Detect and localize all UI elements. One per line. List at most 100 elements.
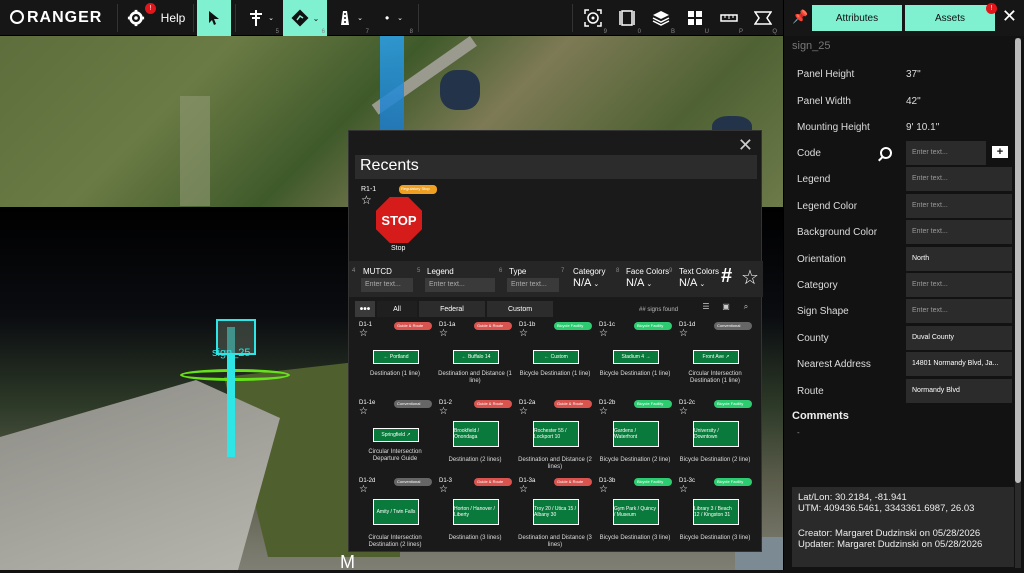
star-icon[interactable]: ☆ (359, 328, 368, 339)
grid-button[interactable]: U (679, 0, 711, 36)
sign-thumbnail[interactable]: University / Downtown (693, 421, 739, 447)
add-code-button[interactable]: + (992, 146, 1008, 158)
sign-card[interactable]: D1-2 ☆ Guide & Route Brookfield / Onondaga D… (435, 399, 515, 475)
sign-card[interactable]: D1-1c ☆ Bicycle Facility Stadium 4 → Bicycle… (595, 321, 675, 397)
preview-icon[interactable]: ▣ (719, 302, 733, 314)
toolbar-divider (117, 4, 118, 32)
star-icon[interactable]: ☆ (599, 406, 608, 417)
tab-custom[interactable]: Custom (487, 301, 553, 317)
search-icon[interactable] (880, 147, 892, 159)
star-icon[interactable]: ☆ (359, 484, 368, 495)
sign-thumbnail[interactable]: Gardens / Waterfront (613, 421, 659, 447)
tab-attributes[interactable]: Attributes (812, 5, 902, 31)
navigation-tool-button[interactable]: ⌄ 6 (283, 0, 327, 36)
close-icon[interactable]: ✕ (738, 135, 753, 156)
sign-card[interactable]: D1-2b ☆ Bicycle Facility Gardens / Waterfro… (595, 399, 675, 475)
star-icon[interactable]: ☆ (679, 406, 688, 417)
snapshot-button[interactable]: 9 (577, 0, 609, 36)
sign-thumbnail[interactable]: Library 3 / Beach 12 / Kingston 31 (693, 499, 739, 525)
sign-card[interactable]: D1-3a ☆ Guide & Route Troy 20 / Utica 15 / … (515, 477, 595, 553)
attribute-input[interactable]: Enter text... (906, 141, 986, 165)
sign-card[interactable]: D1-1a ☆ Guide & Route ← Buffalo 14 Destinati… (435, 321, 515, 397)
sign-thumbnail[interactable]: ← Custom (533, 350, 579, 364)
sign-card[interactable]: D1-3 ☆ Guide & Route Horton / Hanover / Lib… (435, 477, 515, 553)
attribute-input[interactable]: Duval County (906, 325, 1012, 350)
point-tool-button[interactable]: • ⌄ 8 (373, 0, 415, 36)
sign-card[interactable]: D1-1d ☆ Conventional Front Ave ↗ Circular In… (675, 321, 755, 397)
star-icon[interactable]: ☆ (359, 406, 368, 417)
tab-federal[interactable]: Federal (419, 301, 485, 317)
sign-card[interactable]: D1-3b ☆ Bicycle Facility Gym Park / Quincy … (595, 477, 675, 553)
lat-lon: Lat/Lon: 30.2184, -81.941 (798, 492, 907, 503)
star-icon[interactable]: ☆ (679, 484, 688, 495)
sign-card[interactable]: D1-3c ☆ Bicycle Facility Library 3 / Beach … (675, 477, 755, 553)
sign-card[interactable]: D1-2d ☆ Conventional Amity / Twin Falls Circ… (355, 477, 435, 553)
attribute-input[interactable]: Enter text... (906, 273, 1012, 297)
star-icon[interactable]: ☆ (439, 328, 448, 339)
sign-thumbnail[interactable]: Amity / Twin Falls (373, 499, 419, 525)
sign-tag: Guide & Route (474, 478, 512, 486)
sign-thumbnail[interactable]: Rochester 55 / Lockport 10 (533, 421, 579, 447)
attribute-input[interactable]: North (906, 246, 1012, 271)
text-colors-select[interactable]: N/A ⌄ (679, 277, 705, 289)
attribute-input[interactable]: Enter text... (906, 299, 1012, 324)
star-icon[interactable]: ☆ (599, 328, 608, 339)
mutcd-input[interactable]: Enter text... (361, 278, 413, 292)
sign-card[interactable]: D1-1 ☆ Guide & Route ← Portland Destination … (355, 321, 435, 397)
star-icon[interactable]: ☆ (519, 484, 528, 495)
select-tool-button[interactable] (197, 0, 231, 36)
utility-tool-button[interactable]: ⌄ 5 (241, 0, 281, 36)
close-icon[interactable]: ✕ (1002, 6, 1017, 27)
star-filter-icon[interactable]: ☆ (741, 265, 759, 290)
zoom-icon[interactable]: ⌕ (739, 302, 753, 314)
scrollbar-thumb[interactable] (1015, 38, 1021, 483)
sign-card[interactable]: D1-1b ☆ Bicycle Facility ← Custom Bicycle De… (515, 321, 595, 397)
sign-thumbnail[interactable]: ← Buffalo 14 (453, 350, 499, 364)
sign-thumbnail[interactable]: Brookfield / Onondaga (453, 421, 499, 447)
road-tool-button[interactable]: ⌄ 7 (329, 0, 371, 36)
panel-scrollbar[interactable] (1015, 38, 1021, 568)
stop-sign-thumbnail[interactable]: STOP (376, 197, 422, 243)
face-colors-select[interactable]: N/A ⌄ (626, 277, 652, 289)
star-icon[interactable]: ☆ (439, 406, 448, 417)
attribute-input[interactable]: Enter text... (906, 167, 1012, 192)
star-icon[interactable]: ☆ (599, 484, 608, 495)
sign-thumbnail[interactable]: Troy 20 / Utica 15 / Albany 30 (533, 499, 579, 525)
tab-all[interactable]: All (377, 301, 417, 317)
pin-icon[interactable]: 📌 (792, 9, 808, 25)
type-input[interactable]: Enter text... (507, 278, 559, 292)
attribute-input[interactable]: Enter text... (906, 193, 1012, 218)
help-button[interactable]: Help (157, 0, 189, 36)
star-icon[interactable]: ☆ (519, 328, 528, 339)
category-select[interactable]: N/A ⌄ (573, 277, 599, 289)
star-icon[interactable]: ☆ (519, 406, 528, 417)
more-options-button[interactable]: ••• (355, 301, 375, 317)
legend-input[interactable]: Enter text... (425, 278, 495, 292)
hash-icon[interactable]: # (721, 265, 732, 288)
star-icon[interactable]: ☆ (679, 328, 688, 339)
settings-button[interactable]: ! (121, 0, 156, 36)
sign-thumbnail[interactable]: Springfield ↗ (373, 428, 419, 442)
measure-button[interactable]: 0 (611, 0, 643, 36)
star-icon[interactable]: ☆ (361, 193, 372, 207)
chevron-down-icon: ⌄ (646, 281, 653, 288)
sign-thumbnail[interactable]: Stadium 4 → (613, 350, 659, 364)
sign-thumbnail[interactable]: Horton / Hanover / Liberty (453, 499, 499, 525)
attribute-input[interactable]: Normandy Blvd (906, 378, 1012, 403)
sign-thumbnail[interactable]: Gym Park / Quincy / Museum (613, 499, 659, 525)
tab-assets[interactable]: Assets (905, 5, 995, 31)
sign-name: Destination and Distance (3 lines) (518, 535, 592, 548)
star-icon[interactable]: ☆ (439, 484, 448, 495)
attribute-input[interactable]: 14801 Normandy Blvd, Ja... (906, 352, 1012, 377)
sign-thumbnail[interactable]: Front Ave ↗ (693, 350, 739, 364)
sign-card[interactable]: D1-2c ☆ Bicycle Facility University / Downt… (675, 399, 755, 475)
sign-card[interactable]: D1-2a ☆ Guide & Route Rochester 55 / Lockpo… (515, 399, 595, 475)
attribute-input[interactable]: Enter text... (906, 220, 1012, 245)
sliders-icon[interactable]: ☰ (699, 302, 713, 314)
sign-tag: Guide & Route (554, 478, 592, 486)
sign-thumbnail[interactable]: ← Portland (373, 350, 419, 364)
sign-card[interactable]: D1-1e ☆ Conventional Springfield ↗ Circular … (355, 399, 435, 475)
layers-button[interactable]: B (645, 0, 677, 36)
view-button[interactable]: Q (747, 0, 779, 36)
ruler-button[interactable]: P (713, 0, 745, 36)
